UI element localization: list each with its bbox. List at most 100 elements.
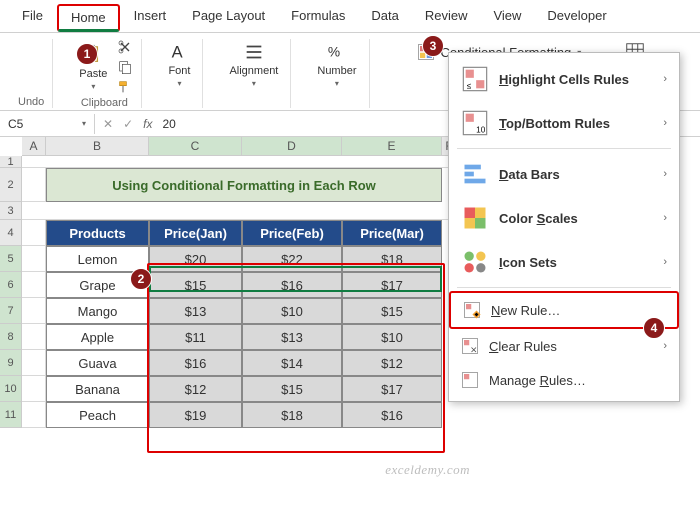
row-header-7[interactable]: 7 <box>0 298 22 324</box>
tab-formulas[interactable]: Formulas <box>279 4 357 32</box>
hcr-text: ighlight Cells Rules <box>508 72 629 87</box>
ribbon-tabs: File Home Insert Page Layout Formulas Da… <box>0 0 700 33</box>
table-cell[interactable]: $17 <box>342 376 442 402</box>
table-cell[interactable]: $14 <box>242 350 342 376</box>
name-box[interactable]: C5▾ <box>0 114 95 134</box>
table-cell[interactable]: Guava <box>46 350 149 376</box>
enter-icon[interactable]: ✓ <box>123 117 133 131</box>
number-button[interactable]: % Number▾ <box>313 39 360 106</box>
cr-text: lear Rules <box>498 339 557 354</box>
table-cell[interactable]: Banana <box>46 376 149 402</box>
table-cell[interactable]: $18 <box>342 246 442 272</box>
row-header-11[interactable]: 11 <box>0 402 22 428</box>
table-cell[interactable]: $15 <box>242 376 342 402</box>
table-cell[interactable]: $19 <box>149 402 242 428</box>
col-header-B[interactable]: B <box>46 137 149 156</box>
col-header-A[interactable]: A <box>22 137 46 156</box>
group-alignment: Alignment▾ <box>217 39 291 108</box>
table-cell[interactable]: $11 <box>149 324 242 350</box>
sheet-title[interactable]: Using Conditional Formatting in Each Row <box>46 168 442 202</box>
table-header[interactable]: Price(Jan) <box>149 220 242 246</box>
tab-page-layout[interactable]: Page Layout <box>180 4 277 32</box>
table-cell[interactable]: $20 <box>149 246 242 272</box>
menu-top-bottom-rules[interactable]: 10 Top/Bottom Rules› <box>449 101 679 145</box>
table-cell[interactable]: $22 <box>242 246 342 272</box>
row-header-10[interactable]: 10 <box>0 376 22 402</box>
svg-text:%: % <box>328 45 340 60</box>
row-header-4[interactable]: 4 <box>0 220 22 246</box>
alignment-label: Alignment <box>229 65 278 77</box>
watermark: exceldemy.com <box>385 462 470 478</box>
table-header[interactable]: Price(Feb) <box>242 220 342 246</box>
table-cell[interactable]: Apple <box>46 324 149 350</box>
col-header-E[interactable]: E <box>342 137 442 156</box>
table-cell[interactable]: Lemon <box>46 246 149 272</box>
svg-text:10: 10 <box>476 125 486 134</box>
table-cell[interactable]: $10 <box>342 324 442 350</box>
tab-data[interactable]: Data <box>359 4 410 32</box>
col-header-D[interactable]: D <box>242 137 342 156</box>
table-header[interactable]: Products <box>46 220 149 246</box>
menu-manage-rules[interactable]: Manage Rules… <box>449 363 679 397</box>
row-header-2[interactable]: 2 <box>0 168 22 202</box>
col-header-C[interactable]: C <box>149 137 242 156</box>
table-cell[interactable]: $13 <box>149 298 242 324</box>
group-undo: Undo <box>10 39 53 108</box>
row-header-5[interactable]: 5 <box>0 246 22 272</box>
cancel-icon[interactable]: ✕ <box>103 117 113 131</box>
cut-icon[interactable] <box>117 39 133 55</box>
svg-text:A: A <box>172 44 183 62</box>
table-cell[interactable]: $12 <box>149 376 242 402</box>
table-cell[interactable]: $18 <box>242 402 342 428</box>
tab-insert[interactable]: Insert <box>122 4 179 32</box>
db-text: ata Bars <box>508 167 559 182</box>
group-undo-label: Undo <box>18 96 44 108</box>
table-cell[interactable]: $16 <box>149 350 242 376</box>
row-header-8[interactable]: 8 <box>0 324 22 350</box>
font-button[interactable]: A Font▾ <box>164 39 194 106</box>
table-cell[interactable]: $12 <box>342 350 442 376</box>
tab-home[interactable]: Home <box>57 4 120 32</box>
table-cell[interactable]: Peach <box>46 402 149 428</box>
menu-data-bars[interactable]: Data Bars› <box>449 152 679 196</box>
table-cell[interactable]: $13 <box>242 324 342 350</box>
table-header[interactable]: Price(Mar) <box>342 220 442 246</box>
menu-highlight-cells-rules[interactable]: ≤ Highlight Cells Rules› <box>449 57 679 101</box>
fx-icon[interactable]: fx <box>143 117 152 131</box>
row-header-3[interactable]: 3 <box>0 202 22 220</box>
table-cell[interactable]: $16 <box>342 402 442 428</box>
paste-label: Paste <box>79 68 107 80</box>
table-cell[interactable]: $15 <box>342 298 442 324</box>
copy-icon[interactable] <box>117 59 133 75</box>
callout-3: 3 <box>422 35 444 57</box>
font-label: Font <box>168 65 190 77</box>
callout-1: 1 <box>76 43 98 65</box>
tab-view[interactable]: View <box>481 4 533 32</box>
number-label: Number <box>317 65 356 77</box>
formula-bar[interactable]: 20 <box>162 117 175 131</box>
row-header-6[interactable]: 6 <box>0 272 22 298</box>
table-cell[interactable]: $17 <box>342 272 442 298</box>
group-number: % Number▾ <box>305 39 369 108</box>
format-painter-icon[interactable] <box>117 79 133 95</box>
cs-text: Color <box>499 211 537 226</box>
table-cell[interactable]: $10 <box>242 298 342 324</box>
nr-text: ew Rule… <box>500 303 560 318</box>
table-cell[interactable]: $15 <box>149 272 242 298</box>
tbr-text: op/Bottom Rules <box>506 116 610 131</box>
tab-file[interactable]: File <box>10 4 55 32</box>
svg-text:≤: ≤ <box>467 81 472 90</box>
callout-2: 2 <box>130 268 152 290</box>
table-cell[interactable]: $16 <box>242 272 342 298</box>
group-clipboard-label: Clipboard <box>81 97 128 109</box>
tab-developer[interactable]: Developer <box>535 4 618 32</box>
row-header-1[interactable]: 1 <box>0 156 22 168</box>
group-font: A Font▾ <box>156 39 203 108</box>
row-header-9[interactable]: 9 <box>0 350 22 376</box>
alignment-button[interactable]: Alignment▾ <box>225 39 282 106</box>
menu-color-scales[interactable]: Color Scales› <box>449 196 679 240</box>
mr-text: Manage <box>489 373 540 388</box>
table-cell[interactable]: Mango <box>46 298 149 324</box>
tab-review[interactable]: Review <box>413 4 480 32</box>
menu-icon-sets[interactable]: Icon Sets› <box>449 240 679 284</box>
